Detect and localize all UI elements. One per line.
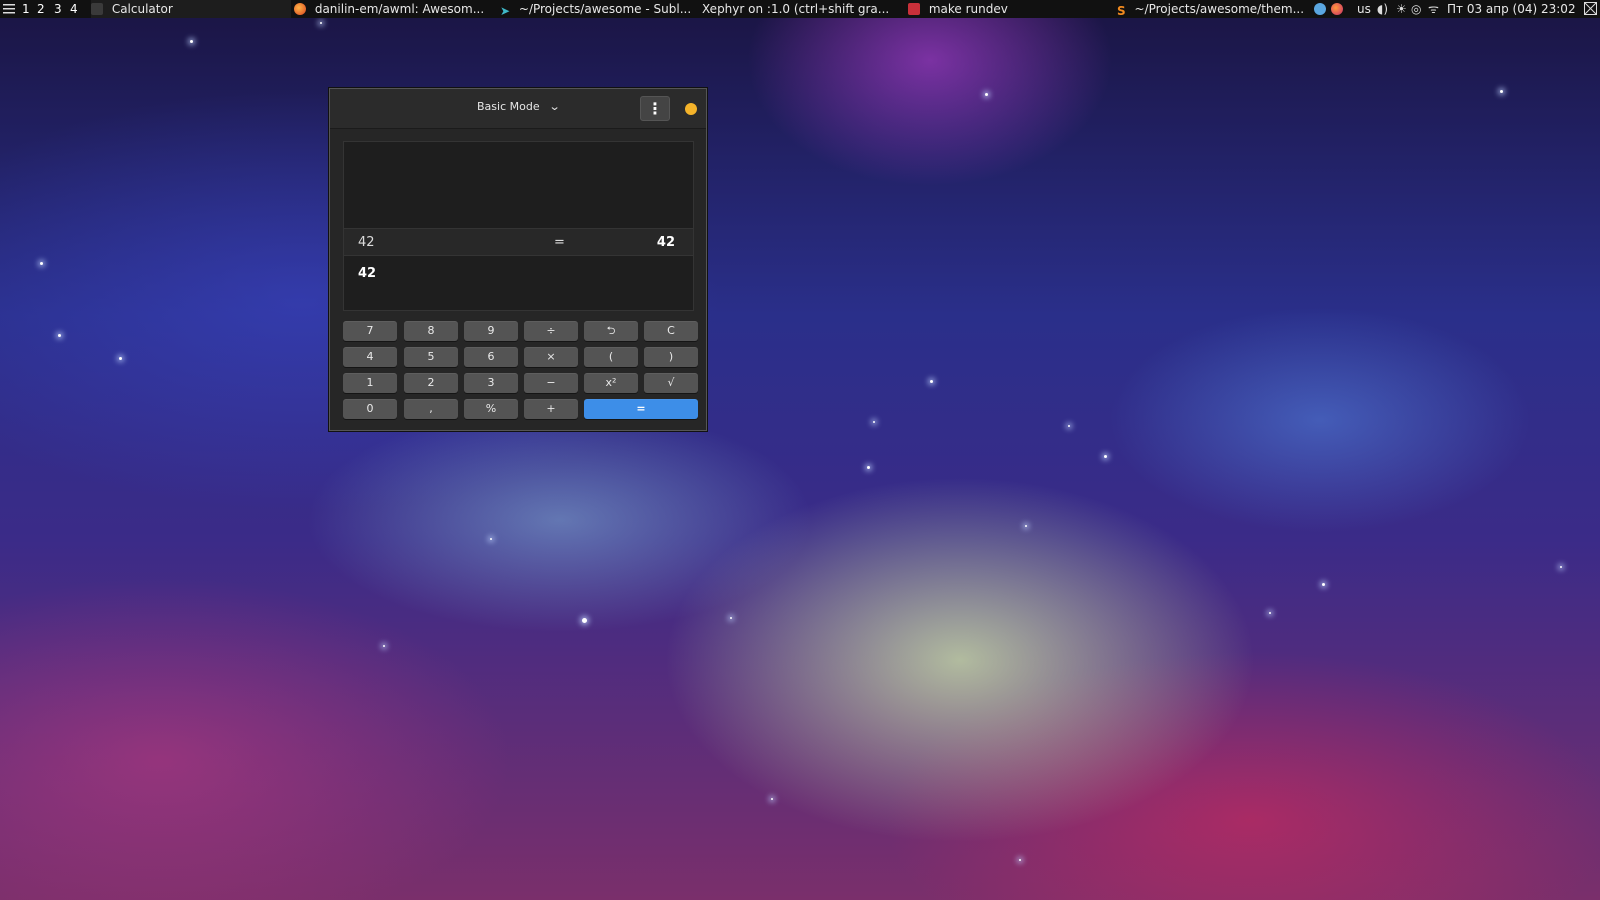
sublime-icon: S xyxy=(1117,4,1126,18)
calculator-icon xyxy=(91,3,103,15)
key-comma[interactable]: , xyxy=(404,399,458,419)
key-9[interactable]: 9 xyxy=(464,321,518,341)
chevron-down-icon: ⌄ xyxy=(548,100,561,113)
key-close-paren[interactable]: ) xyxy=(644,347,698,367)
cpu-icon[interactable]: ◎ xyxy=(1411,0,1421,18)
key-3[interactable]: 3 xyxy=(464,373,518,393)
history-expression: 42 xyxy=(358,235,375,250)
display-area: 42 = 42 42 xyxy=(343,141,694,311)
task-make[interactable]: make rundev xyxy=(908,0,1008,18)
key-5[interactable]: 5 xyxy=(404,347,458,367)
brightness-icon[interactable]: ☀ xyxy=(1396,0,1407,18)
history-entry[interactable]: 42 = 42 xyxy=(344,228,693,256)
terminal-icon: ➤ xyxy=(500,4,511,18)
task-title: danilin-em/awml: Awesom... xyxy=(314,2,485,16)
key-8[interactable]: 8 xyxy=(404,321,458,341)
key-subtract[interactable]: − xyxy=(524,373,578,393)
firefox-icon xyxy=(294,3,306,15)
menu-button[interactable]: ⋮ xyxy=(640,96,670,121)
task-sublime[interactable]: S ~/Projects/awesome/them... xyxy=(1117,0,1304,18)
layout-menu-icon[interactable] xyxy=(2,0,16,18)
key-clear[interactable]: C xyxy=(644,321,698,341)
entry-input[interactable]: 42 xyxy=(358,266,376,281)
wallpaper-stars xyxy=(0,0,1600,900)
task-firefox[interactable]: danilin-em/awml: Awesom... xyxy=(294,0,484,18)
task-title: Xephyr on :1.0 (ctrl+shift gra... xyxy=(702,2,890,16)
task-title: Calculator xyxy=(111,2,173,16)
key-2[interactable]: 2 xyxy=(404,373,458,393)
key-1[interactable]: 1 xyxy=(343,373,397,393)
make-icon xyxy=(908,3,920,15)
key-square[interactable]: x² xyxy=(584,373,638,393)
task-sublime-terminal[interactable]: ➤ ~/Projects/awesome - Subl... xyxy=(500,0,691,18)
key-6[interactable]: 6 xyxy=(464,347,518,367)
tray-telegram-icon[interactable] xyxy=(1314,0,1331,18)
titlebar: Basic Mode ⌄ ⋮ xyxy=(330,89,706,129)
key-percent[interactable]: % xyxy=(464,399,518,419)
top-panel: 1 2 3 4 Calculator danilin-em/awml: Awes… xyxy=(0,0,1600,18)
key-multiply[interactable]: × xyxy=(524,347,578,367)
tag-2[interactable]: 2 xyxy=(37,0,45,18)
undo-button[interactable]: ⮌ xyxy=(584,321,638,341)
key-divide[interactable]: ÷ xyxy=(524,321,578,341)
task-title: make rundev xyxy=(928,2,1008,16)
key-open-paren[interactable]: ( xyxy=(584,347,638,367)
key-add[interactable]: + xyxy=(524,399,578,419)
volume-icon[interactable]: ◖) xyxy=(1377,0,1388,18)
layout-switch-icon[interactable] xyxy=(1584,0,1597,18)
tag-3[interactable]: 3 xyxy=(54,0,62,18)
calculator-window: Basic Mode ⌄ ⋮ 42 = 42 42 7 8 9 ÷ ⮌ C 4 5… xyxy=(329,88,707,431)
equals-button[interactable]: = xyxy=(584,399,698,419)
tray-firefox-icon[interactable] xyxy=(1331,0,1348,18)
task-title: ~/Projects/awesome - Subl... xyxy=(518,2,692,16)
history-equals: = xyxy=(554,235,565,250)
key-4[interactable]: 4 xyxy=(343,347,397,367)
key-7[interactable]: 7 xyxy=(343,321,397,341)
mode-selector[interactable]: Basic Mode ⌄ xyxy=(477,100,561,113)
task-calculator[interactable]: Calculator xyxy=(91,0,291,18)
kebab-menu-icon: ⋮ xyxy=(647,99,663,118)
clock[interactable]: Пт 03 апр (04) 23:02 xyxy=(1447,0,1576,18)
wifi-icon[interactable]: ᯤ xyxy=(1428,0,1439,18)
tag-1[interactable]: 1 xyxy=(22,0,30,18)
close-button[interactable] xyxy=(685,103,697,115)
mode-label: Basic Mode xyxy=(477,100,540,113)
history-result: 42 xyxy=(656,235,675,250)
task-title: ~/Projects/awesome/them... xyxy=(1134,2,1305,16)
undo-icon: ⮌ xyxy=(606,324,616,337)
tag-4[interactable]: 4 xyxy=(70,0,78,18)
key-0[interactable]: 0 xyxy=(343,399,397,419)
key-sqrt[interactable]: √ xyxy=(644,373,698,393)
keyboard-layout[interactable]: us xyxy=(1357,0,1371,18)
task-xephyr[interactable]: Xephyr on :1.0 (ctrl+shift gra... xyxy=(702,0,889,18)
